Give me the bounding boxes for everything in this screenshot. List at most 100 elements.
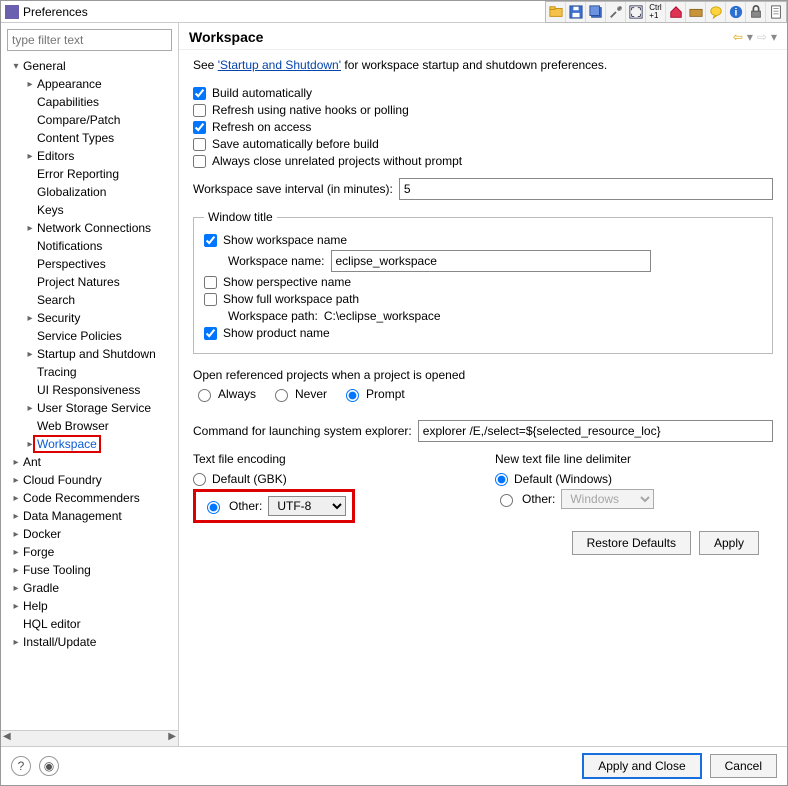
horizontal-scrollbar[interactable] — [1, 730, 178, 746]
show-perspective-check[interactable] — [204, 276, 217, 289]
toolbar-home-icon[interactable] — [666, 2, 686, 22]
tree-item-cloud-foundry[interactable]: Cloud Foundry — [5, 471, 178, 489]
tree-arrow-icon[interactable] — [9, 565, 23, 576]
workspace-name-input[interactable] — [331, 250, 651, 272]
preferences-tree[interactable]: GeneralAppearanceCapabilitiesCompare/Pat… — [1, 57, 178, 730]
save-interval-input[interactable] — [399, 178, 773, 200]
show-product-check[interactable] — [204, 327, 217, 340]
delimiter-other-select[interactable]: Windows — [561, 489, 654, 509]
tree-item-keys[interactable]: Keys — [5, 201, 178, 219]
forward-icon[interactable]: ⇨ — [757, 30, 767, 44]
tree-item-user-storage-service[interactable]: User Storage Service — [5, 399, 178, 417]
tree-item-content-types[interactable]: Content Types — [5, 129, 178, 147]
toolbar-folder-icon[interactable] — [686, 2, 706, 22]
tree-arrow-icon[interactable] — [9, 547, 23, 558]
tree-item-project-natures[interactable]: Project Natures — [5, 273, 178, 291]
explorer-input[interactable] — [418, 420, 773, 442]
show-workspace-name-check[interactable] — [204, 234, 217, 247]
tree-arrow-icon[interactable] — [23, 313, 37, 324]
tree-item-hql-editor[interactable]: HQL editor — [5, 615, 178, 633]
toolbar-tools-icon[interactable] — [606, 2, 626, 22]
toolbar-open-icon[interactable] — [546, 2, 566, 22]
tree-arrow-icon[interactable] — [9, 493, 23, 504]
back-icon[interactable]: ⇦ — [733, 30, 743, 44]
delimiter-other-radio[interactable] — [500, 494, 513, 507]
encoding-default-radio[interactable] — [193, 473, 206, 486]
tree-arrow-icon[interactable] — [23, 223, 37, 234]
tree-arrow-icon[interactable] — [9, 475, 23, 486]
tree-item-search[interactable]: Search — [5, 291, 178, 309]
checkbox-refresh-on-access[interactable] — [193, 121, 206, 134]
tree-item-ant[interactable]: Ant — [5, 453, 178, 471]
open-ref-always-radio[interactable] — [198, 389, 211, 402]
open-ref-never[interactable]: Never — [270, 386, 327, 402]
tree-item-network-connections[interactable]: Network Connections — [5, 219, 178, 237]
tree-item-docker[interactable]: Docker — [5, 525, 178, 543]
tree-item-gradle[interactable]: Gradle — [5, 579, 178, 597]
tree-arrow-icon[interactable] — [9, 529, 23, 540]
toolbar-chat-icon[interactable] — [706, 2, 726, 22]
tree-item-install-update[interactable]: Install/Update — [5, 633, 178, 651]
startup-shutdown-link[interactable]: 'Startup and Shutdown' — [218, 58, 341, 72]
tree-arrow-icon[interactable] — [9, 583, 23, 594]
tree-item-code-recommenders[interactable]: Code Recommenders — [5, 489, 178, 507]
open-ref-prompt-radio[interactable] — [346, 389, 359, 402]
tree-item-ui-responsiveness[interactable]: UI Responsiveness — [5, 381, 178, 399]
encoding-other-select[interactable]: UTF-8 — [268, 496, 346, 516]
tree-item-compare-patch[interactable]: Compare/Patch — [5, 111, 178, 129]
cancel-button[interactable]: Cancel — [710, 754, 777, 778]
tree-item-tracing[interactable]: Tracing — [5, 363, 178, 381]
tree-arrow-icon[interactable] — [23, 403, 37, 414]
checkbox-save-automatically-before-build[interactable] — [193, 138, 206, 151]
tree-item-editors[interactable]: Editors — [5, 147, 178, 165]
tree-item-notifications[interactable]: Notifications — [5, 237, 178, 255]
toolbar-save-icon[interactable] — [566, 2, 586, 22]
tree-item-fuse-tooling[interactable]: Fuse Tooling — [5, 561, 178, 579]
show-full-path-check[interactable] — [204, 293, 217, 306]
tree-item-startup-and-shutdown[interactable]: Startup and Shutdown — [5, 345, 178, 363]
tree-item-capabilities[interactable]: Capabilities — [5, 93, 178, 111]
tree-arrow-icon[interactable] — [9, 457, 23, 468]
restore-defaults-button[interactable]: Restore Defaults — [572, 531, 691, 555]
delimiter-default-radio[interactable] — [495, 473, 508, 486]
back-menu-icon[interactable]: ▾ — [747, 30, 753, 44]
filter-input[interactable] — [7, 29, 172, 51]
tree-item-security[interactable]: Security — [5, 309, 178, 327]
tree-item-data-management[interactable]: Data Management — [5, 507, 178, 525]
forward-menu-icon[interactable]: ▾ — [771, 30, 777, 44]
toolbar-saveall-icon[interactable] — [586, 2, 606, 22]
toolbar-expand-icon[interactable] — [626, 2, 646, 22]
checkbox-build-automatically[interactable] — [193, 87, 206, 100]
apply-and-close-button[interactable]: Apply and Close — [582, 753, 701, 779]
tree-item-service-policies[interactable]: Service Policies — [5, 327, 178, 345]
help-icon[interactable]: ? — [11, 756, 31, 776]
tree-arrow-icon[interactable] — [9, 61, 23, 72]
tree-item-error-reporting[interactable]: Error Reporting — [5, 165, 178, 183]
toolbar-info-icon[interactable]: i — [726, 2, 746, 22]
open-ref-prompt[interactable]: Prompt — [341, 386, 405, 402]
tree-item-globalization[interactable]: Globalization — [5, 183, 178, 201]
tree-arrow-icon[interactable] — [9, 601, 23, 612]
import-export-icon[interactable]: ◉ — [39, 756, 59, 776]
tree-item-web-browser[interactable]: Web Browser — [5, 417, 178, 435]
tree-item-appearance[interactable]: Appearance — [5, 75, 178, 93]
toolbar-lock-icon[interactable] — [746, 2, 766, 22]
tree-item-workspace[interactable]: Workspace — [5, 435, 178, 453]
tree-arrow-icon[interactable] — [23, 151, 37, 162]
tree-item-general[interactable]: General — [5, 57, 178, 75]
tree-item-help[interactable]: Help — [5, 597, 178, 615]
tree-arrow-icon[interactable] — [9, 637, 23, 648]
apply-button[interactable]: Apply — [699, 531, 759, 555]
toolbar-doc-icon[interactable] — [766, 2, 786, 22]
tree-item-forge[interactable]: Forge — [5, 543, 178, 561]
tree-arrow-icon[interactable] — [9, 511, 23, 522]
toolbar-ctrl-icon[interactable]: Ctrl+1 — [646, 2, 666, 22]
tree-arrow-icon[interactable] — [23, 349, 37, 360]
open-ref-always[interactable]: Always — [193, 386, 256, 402]
checkbox-refresh-using-native-hooks-or-polling[interactable] — [193, 104, 206, 117]
tree-arrow-icon[interactable] — [23, 79, 37, 90]
open-ref-never-radio[interactable] — [275, 389, 288, 402]
checkbox-always-close-unrelated-projects-without-prompt[interactable] — [193, 155, 206, 168]
encoding-other-radio[interactable] — [207, 501, 220, 514]
tree-item-perspectives[interactable]: Perspectives — [5, 255, 178, 273]
